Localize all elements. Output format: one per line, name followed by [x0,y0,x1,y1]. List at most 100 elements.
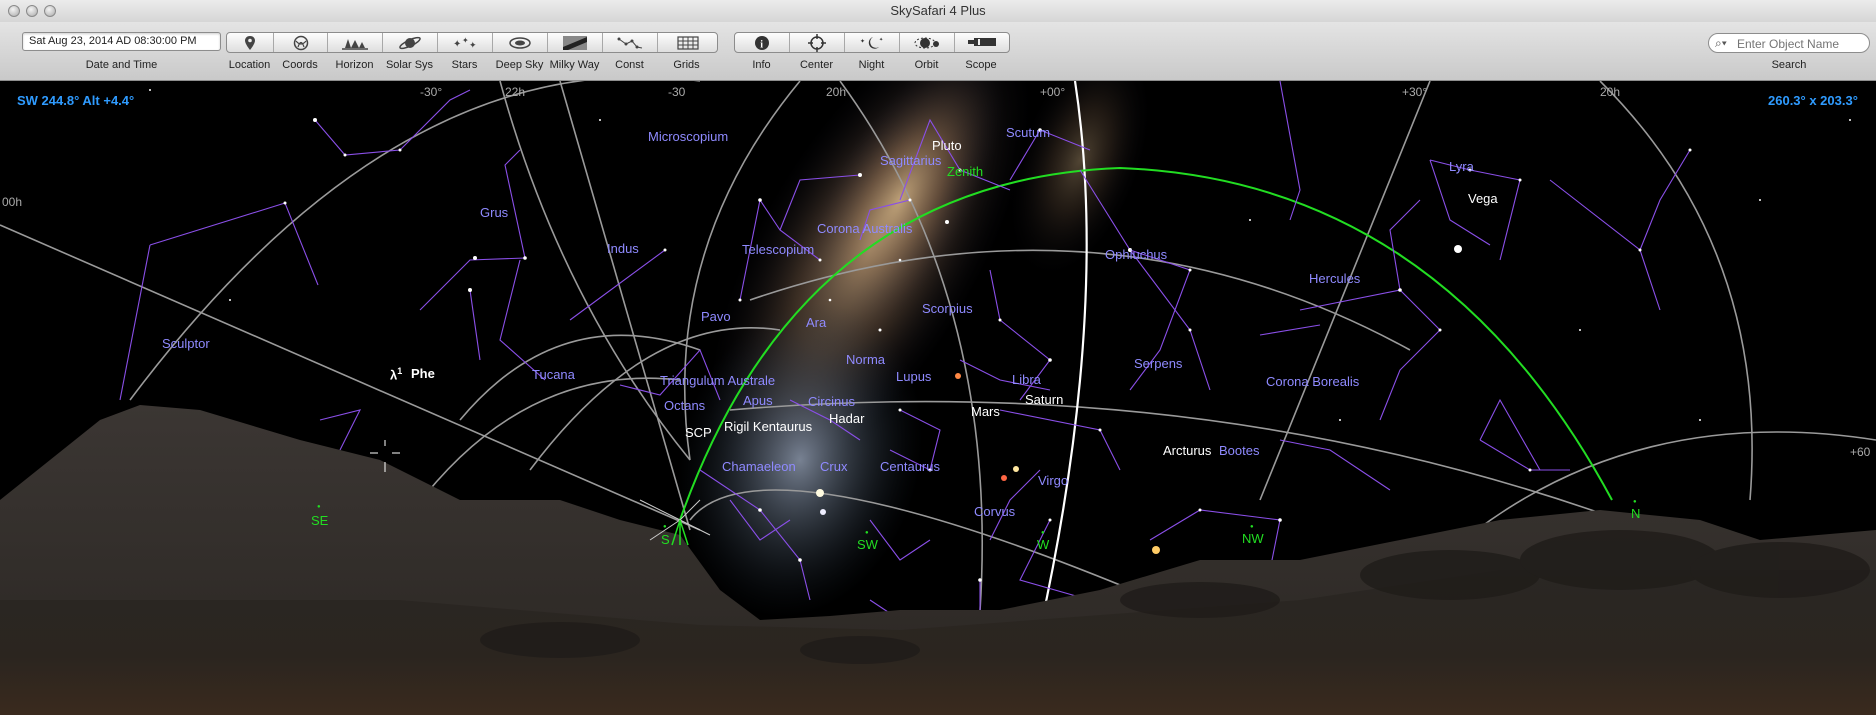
object-label-saturn[interactable]: Saturn [1025,392,1063,407]
info-label: Info [752,59,771,71]
constellation-label[interactable]: Octans [664,398,705,413]
scope-button[interactable] [955,33,1009,52]
location-label: Location [228,59,271,71]
compass-dot: ● [663,524,667,530]
constellation-label[interactable]: Apus [743,393,773,408]
grid-label: +00° [1040,85,1066,99]
milky-way-icon [563,35,587,50]
constellation-label[interactable]: Libra [1012,372,1041,387]
constellation-label[interactable]: Chamaeleon [722,459,796,474]
compass-label-s: S [661,532,670,547]
object-label-rigil-kentaurus[interactable]: Rigil Kentaurus [724,419,812,434]
constellation-label[interactable]: Triangulum Australe [660,373,775,388]
solar-sys-label: Solar Sys [385,59,434,71]
constellation-label[interactable]: Sagittarius [880,153,941,168]
constellation-icon [617,37,643,48]
saturn-icon [399,36,421,49]
date-time-field[interactable]: Sat Aug 23, 2014 AD 08:30:00 PM [22,32,221,51]
lambda-label[interactable]: λ1 [390,366,402,382]
object-label-scp[interactable]: SCP [685,425,712,440]
phe-label[interactable]: Phe [411,366,435,381]
constellation-label[interactable]: Lyra [1449,159,1474,174]
constellation-label[interactable]: Norma [846,352,885,367]
pin-icon [245,35,255,50]
search-input[interactable] [1735,35,1869,53]
lambda-superscript: 1 [397,366,403,376]
info-icon: i [755,35,769,50]
constellation-label[interactable]: Tucana [532,367,575,382]
compass-label-sw: SW [857,537,878,552]
constellation-label[interactable]: Sculptor [162,336,210,351]
view-options-segmented-control: ✦ ✦ ✦ [226,32,718,53]
coords-button[interactable] [274,33,328,52]
constellation-label[interactable]: Centaurus [880,459,940,474]
night-label: Night [858,59,885,71]
constellation-label[interactable]: Virgo [1038,473,1068,488]
const-label: Const [615,59,644,71]
object-label-vega[interactable]: Vega [1468,191,1498,206]
constellation-label[interactable]: Indus [607,241,639,256]
solar-system-button[interactable] [383,33,438,52]
center-button[interactable] [790,33,845,52]
compass-label-nw: NW [1242,531,1264,546]
constellation-label[interactable]: Scutum [1006,125,1050,140]
constellation-label[interactable]: Lupus [896,369,931,384]
grids-button[interactable] [658,33,717,52]
constellation-label[interactable]: Crux [820,459,847,474]
grid-label: 00h [2,195,23,209]
object-label-pluto[interactable]: Pluto [932,138,962,153]
crosshair-icon [808,33,826,52]
object-label-zenith[interactable]: Zenith [947,164,983,179]
object-label-mars[interactable]: Mars [971,404,1000,419]
night-button[interactable]: ✦ ✦ [845,33,900,52]
compass-dot: ● [1041,530,1045,536]
scope-label: Scope [965,59,997,71]
title-bar: SkySafari 4 Plus [0,0,1876,23]
milky-way-label: Milky Way [549,59,600,71]
compass-label-w: W [1037,537,1050,552]
svg-text:✦: ✦ [879,37,883,43]
constellation-label[interactable]: Circinus [808,394,855,409]
compass-dot: ● [865,530,869,536]
milky-way-button[interactable] [548,33,603,52]
object-label-arcturus[interactable]: Arcturus [1163,443,1211,458]
constellation-button[interactable] [603,33,658,52]
constellation-label[interactable]: Telescopium [742,242,814,257]
constellation-label[interactable]: Serpens [1134,356,1182,371]
grids-label: Grids [673,59,700,71]
orbit-label: Orbit [914,59,939,71]
horizon-button[interactable] [328,33,383,52]
svg-text:✦: ✦ [462,36,469,45]
sky-chart-view[interactable]: SW 244.8° Alt +4.4° 260.3° x 203.3° -30°… [0,81,1876,715]
constellation-label[interactable]: Grus [480,205,508,220]
constellation-label[interactable]: Corvus [974,504,1015,519]
grid-label: 20h [1600,85,1621,99]
constellation-label[interactable]: Hercules [1309,271,1360,286]
galaxy-icon [509,36,531,49]
grid-label: -30 [668,85,686,99]
constellation-label[interactable]: Ara [806,315,826,330]
coords-label: Coords [282,59,318,71]
grid-label: +30° [1402,85,1428,99]
deep-sky-button[interactable] [493,33,548,52]
constellation-label[interactable]: Microscopium [648,129,728,144]
grid-label: 20h [826,85,847,99]
constellation-label[interactable]: Pavo [701,309,731,324]
center-label: Center [799,59,834,71]
orbit-button[interactable] [900,33,955,52]
stars-button[interactable]: ✦ ✦ ✦ [438,33,493,52]
constellation-label[interactable]: Bootes [1219,443,1259,458]
location-button[interactable] [227,33,274,52]
sky-canvas[interactable] [0,81,1876,715]
constellation-label[interactable]: Corona Borealis [1266,374,1359,389]
constellation-label[interactable]: Ophiuchus [1105,247,1167,262]
coords-icon [293,35,308,50]
object-label-hadar[interactable]: Hadar [829,411,864,426]
info-button[interactable]: i [735,33,790,52]
constellation-label[interactable]: Scorpius [922,301,973,316]
toolbar: Sat Aug 23, 2014 AD 08:30:00 PM Date and… [0,22,1876,81]
svg-text:✦: ✦ [453,39,461,50]
date-time-label: Date and Time [85,59,158,71]
telescope-icon [968,37,996,46]
constellation-label[interactable]: Corona Australis [817,221,912,236]
